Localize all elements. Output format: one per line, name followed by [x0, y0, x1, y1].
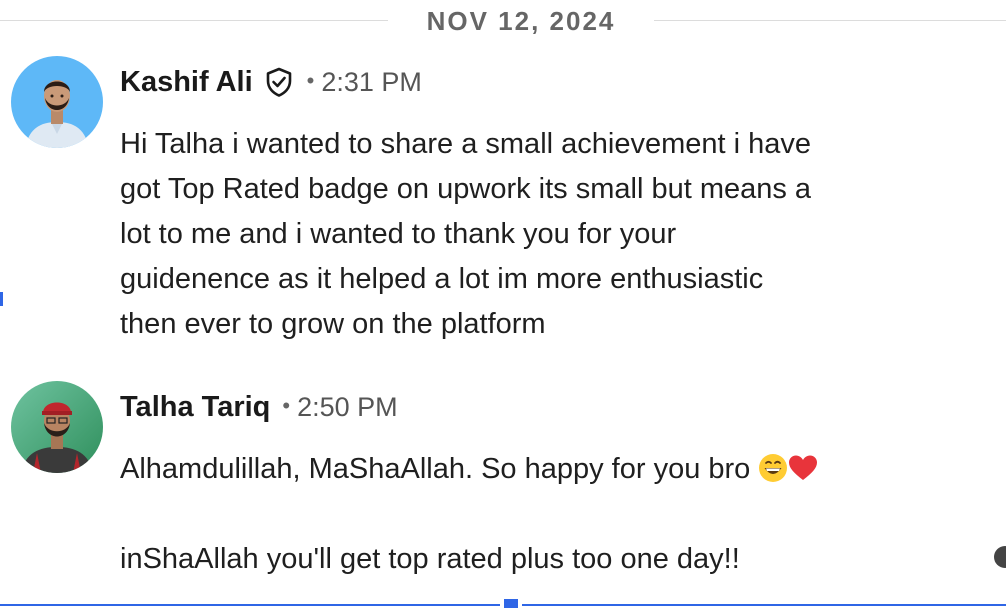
- divider-line-left: [0, 20, 388, 21]
- message-line: guidenence as it helped a lot im more en…: [120, 263, 764, 295]
- divider-line-right: [654, 20, 1006, 21]
- sender-name[interactable]: Talha Tariq: [120, 391, 270, 424]
- avatar[interactable]: [11, 381, 103, 473]
- message-line: got Top Rated badge on upwork its small …: [120, 173, 812, 205]
- message-line: Hi Talha i wanted to share a small achie…: [120, 128, 812, 160]
- avatar[interactable]: [11, 56, 103, 148]
- chat-thread: NOV 12, 2024 Kashif Ali • 2:31 PM Hi Tal…: [0, 0, 1006, 608]
- red-heart-icon: [788, 451, 818, 480]
- message-line: lot to me and i wanted to thank you for …: [120, 218, 677, 250]
- message-header: Kashif Ali • 2:31 PM: [120, 62, 422, 102]
- message-line: then ever to grow on the platform: [120, 308, 546, 340]
- avatar-image: [11, 56, 103, 148]
- message-header: Talha Tariq • 2:50 PM: [120, 387, 398, 427]
- message-paragraph: Alhamdulillah, MaShaAllah. So happy for …: [120, 447, 940, 492]
- message-paragraph-text: inShaAllah you'll get top rated plus too…: [120, 543, 740, 575]
- message-timestamp: 2:50 PM: [297, 391, 398, 422]
- sender-name[interactable]: Kashif Ali: [120, 66, 253, 99]
- date-divider: NOV 12, 2024: [0, 0, 1006, 42]
- message-body: Alhamdulillah, MaShaAllah. So happy for …: [120, 447, 940, 582]
- selection-underline: [0, 604, 500, 606]
- message-body: Hi Talha i wanted to share a small achie…: [120, 122, 940, 347]
- selection-caret-left: [0, 292, 3, 306]
- grinning-face-icon: [758, 452, 788, 482]
- message-paragraph-text: Alhamdulillah, MaShaAllah. So happy for …: [120, 453, 751, 485]
- selection-underline-right: [522, 604, 1006, 606]
- avatar-image: [11, 381, 103, 473]
- selection-handle[interactable]: [504, 599, 518, 608]
- message-timestamp: 2:31 PM: [321, 66, 422, 97]
- separator-dot: •: [306, 68, 315, 93]
- scroll-handle[interactable]: [994, 546, 1006, 568]
- separator-dot: •: [282, 393, 291, 418]
- verified-badge-icon: [263, 66, 295, 98]
- date-label: NOV 12, 2024: [426, 6, 616, 36]
